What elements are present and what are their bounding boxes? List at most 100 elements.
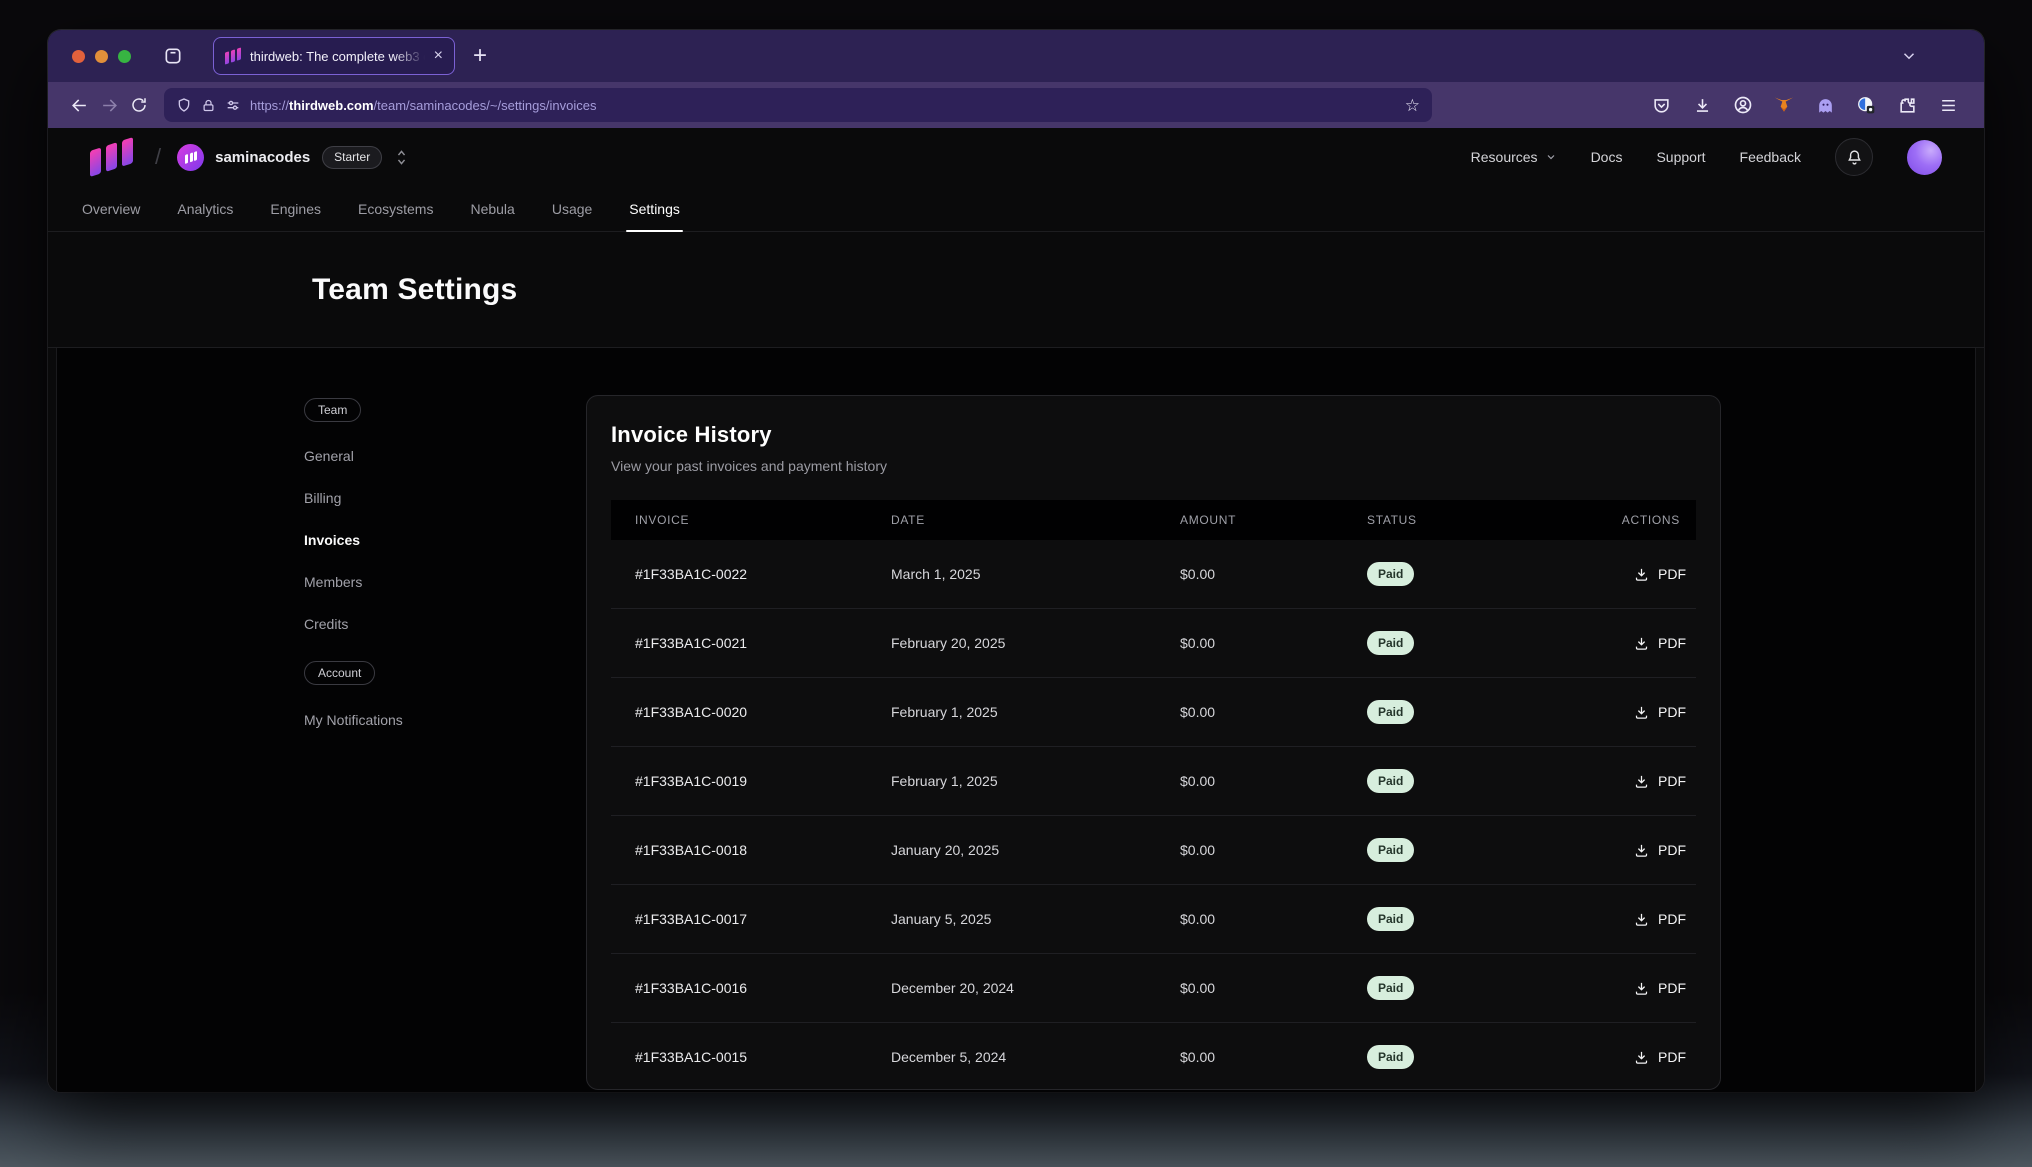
thirdweb-logo-icon[interactable] [90, 137, 133, 177]
downloads-icon[interactable] [1690, 90, 1714, 120]
invoice-id: #1F33BA1C-0016 [611, 980, 891, 996]
sidebar-item-general[interactable]: General [304, 435, 534, 477]
metamask-icon[interactable] [1772, 90, 1796, 120]
column-header: INVOICE [611, 513, 891, 527]
sidebar-group-badge: Account [304, 661, 375, 685]
tab-ecosystems[interactable]: Ecosystems [358, 186, 433, 231]
settings-sidebar: Team GeneralBillingInvoicesMembersCredit… [304, 398, 534, 741]
invoice-status-cell: Paid [1367, 631, 1578, 655]
invoice-status-cell: Paid [1367, 769, 1578, 793]
password-manager-icon[interactable] [1854, 90, 1878, 120]
site-header: / saminacodes Starter ResourcesDocsSuppo… [48, 128, 1984, 186]
team-name[interactable]: saminacodes [215, 149, 310, 166]
extensions-puzzle-icon[interactable] [1895, 90, 1919, 120]
team-switcher-icon[interactable] [394, 149, 409, 166]
download-icon [1634, 1050, 1649, 1065]
browser-tab[interactable]: thirdweb: The complete web3 d × [213, 37, 455, 75]
invoice-amount: $0.00 [1180, 635, 1367, 651]
back-icon[interactable] [64, 90, 94, 120]
invoice-date: February 20, 2025 [891, 635, 1180, 651]
permissions-icon[interactable] [225, 97, 241, 113]
download-pdf-button[interactable]: PDF [1634, 911, 1686, 927]
menu-icon[interactable] [1936, 90, 1960, 120]
download-pdf-button[interactable]: PDF [1634, 842, 1686, 858]
status-badge: Paid [1367, 562, 1414, 586]
invoice-date: December 20, 2024 [891, 980, 1180, 996]
tab-settings[interactable]: Settings [629, 186, 680, 231]
download-icon [1634, 981, 1649, 996]
invoice-id: #1F33BA1C-0019 [611, 773, 891, 789]
firefox-view-icon[interactable] [163, 46, 183, 66]
invoice-id: #1F33BA1C-0020 [611, 704, 891, 720]
lock-icon[interactable] [201, 98, 216, 113]
invoice-table-row: #1F33BA1C-0016 December 20, 2024 $0.00 P… [611, 954, 1696, 1023]
header-link-resources[interactable]: Resources [1471, 149, 1557, 165]
invoice-date: January 5, 2025 [891, 911, 1180, 927]
bookmark-star-icon[interactable]: ☆ [1405, 97, 1420, 114]
forward-icon[interactable] [94, 90, 124, 120]
minimize-window-button[interactable] [95, 50, 108, 63]
url-bar[interactable]: https://thirdweb.com/team/saminacodes/~/… [164, 88, 1432, 122]
card-title: Invoice History [611, 422, 1696, 448]
bell-icon [1846, 149, 1863, 166]
invoice-status-cell: Paid [1367, 700, 1578, 724]
invoice-table-row: #1F33BA1C-0019 February 1, 2025 $0.00 Pa… [611, 747, 1696, 816]
sidebar-item-members[interactable]: Members [304, 561, 534, 603]
invoice-table-row: #1F33BA1C-0018 January 20, 2025 $0.00 Pa… [611, 816, 1696, 885]
download-icon [1634, 774, 1649, 789]
sidebar-item-invoices[interactable]: Invoices [304, 519, 534, 561]
invoice-date: March 1, 2025 [891, 566, 1180, 582]
user-avatar[interactable] [1907, 140, 1942, 175]
invoice-status-cell: Paid [1367, 976, 1578, 1000]
invoice-id: #1F33BA1C-0021 [611, 635, 891, 651]
status-badge: Paid [1367, 769, 1414, 793]
sidebar-item-my-notifications[interactable]: My Notifications [304, 699, 534, 741]
window-controls [72, 50, 131, 63]
chevron-down-icon [1545, 151, 1557, 163]
tab-engines[interactable]: Engines [270, 186, 321, 231]
phantom-icon[interactable] [1813, 90, 1837, 120]
list-tabs-chevron-icon[interactable] [1900, 47, 1918, 65]
invoice-amount: $0.00 [1180, 980, 1367, 996]
close-window-button[interactable] [72, 50, 85, 63]
browser-tabbar: thirdweb: The complete web3 d × + [48, 30, 1984, 82]
sidebar-item-credits[interactable]: Credits [304, 603, 534, 645]
reload-icon[interactable] [124, 90, 154, 120]
tab-nebula[interactable]: Nebula [470, 186, 514, 231]
pocket-icon[interactable] [1649, 90, 1673, 120]
dashboard-tabs: Overview Analytics Engines Ecosystems Nebula… [48, 186, 1984, 232]
header-right: Resources Docs Support Feedback [1471, 138, 1942, 176]
team-avatar[interactable] [177, 144, 204, 171]
download-pdf-button[interactable]: PDF [1634, 566, 1686, 582]
invoice-amount: $0.00 [1180, 1049, 1367, 1065]
download-pdf-button[interactable]: PDF [1634, 773, 1686, 789]
card-subtitle: View your past invoices and payment hist… [611, 458, 1696, 474]
zoom-window-button[interactable] [118, 50, 131, 63]
invoice-amount: $0.00 [1180, 704, 1367, 720]
invoice-id: #1F33BA1C-0015 [611, 1049, 891, 1065]
sidebar-item-billing[interactable]: Billing [304, 477, 534, 519]
tab-overview[interactable]: Overview [82, 186, 140, 231]
header-link-docs[interactable]: Docs [1591, 149, 1623, 165]
settings-content: Team GeneralBillingInvoicesMembersCredit… [56, 348, 1976, 1092]
status-badge: Paid [1367, 976, 1414, 1000]
new-tab-button[interactable]: + [473, 42, 487, 70]
header-link-support[interactable]: Support [1656, 149, 1705, 165]
download-pdf-button[interactable]: PDF [1634, 980, 1686, 996]
account-icon[interactable] [1731, 90, 1755, 120]
invoice-table-row: #1F33BA1C-0015 December 5, 2024 $0.00 Pa… [611, 1023, 1696, 1090]
close-tab-icon[interactable]: × [434, 48, 443, 64]
page-title-band: Team Settings [48, 232, 1984, 348]
tab-usage[interactable]: Usage [552, 186, 592, 231]
invoice-id: #1F33BA1C-0018 [611, 842, 891, 858]
download-pdf-button[interactable]: PDF [1634, 704, 1686, 720]
status-badge: Paid [1367, 700, 1414, 724]
notifications-button[interactable] [1835, 138, 1873, 176]
download-pdf-button[interactable]: PDF [1634, 1049, 1686, 1065]
download-pdf-button[interactable]: PDF [1634, 635, 1686, 651]
shield-icon[interactable] [176, 97, 192, 113]
tab-analytics[interactable]: Analytics [177, 186, 233, 231]
download-icon [1634, 705, 1649, 720]
header-link-feedback[interactable]: Feedback [1740, 149, 1801, 165]
invoice-id: #1F33BA1C-0022 [611, 566, 891, 582]
